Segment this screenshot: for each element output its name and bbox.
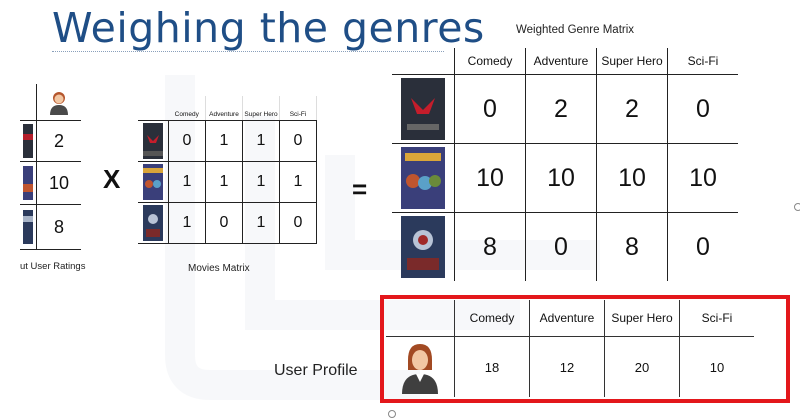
weighted-row: 0 2 2 0 [392,74,738,144]
matrix-cell: 0 [205,202,243,244]
slide-edge-marker [794,203,800,211]
genre-header: Super Hero [242,96,280,121]
matrix-cell: 1 [242,161,280,203]
genre-header: Super Hero [604,300,680,337]
user-ratings-table: 2 10 8 [20,84,81,250]
movie-poster-guardians-icon [143,164,163,200]
weighted-cell: 10 [525,143,597,213]
weighted-matrix-title: Weighted Genre Matrix [516,24,635,36]
weighted-header-row: Comedy Adventure Super Hero Sci-Fi [392,48,738,75]
weighted-cell: 10 [596,143,668,213]
profile-value: 12 [529,336,605,397]
multiply-operator: X [103,164,121,194]
genre-header: Comedy [454,300,530,337]
rating-row: 2 [20,120,81,162]
weighted-cell: 10 [667,143,738,213]
movie-poster-batman-v-superman-icon [23,124,33,158]
movie-row: 1 0 1 0 [138,202,317,244]
rating-value: 8 [36,204,81,250]
movie-row: 1 1 1 1 [138,161,317,203]
profile-value: 20 [604,336,680,397]
weighted-cell: 2 [525,74,597,144]
movies-matrix-caption: Movies Matrix [188,263,250,274]
matrix-cell: 0 [279,120,317,162]
movie-poster-guardians-icon [401,147,445,209]
weighted-row: 10 10 10 10 [392,143,738,213]
genre-header: Super Hero [596,48,668,75]
movie-poster-civil-war-icon [23,210,33,244]
matrix-cell: 1 [168,202,206,244]
movie-poster-civil-war-icon [143,205,163,241]
genre-header: Sci-Fi [279,96,317,121]
movie-row: 0 1 1 0 [138,120,317,162]
profile-values-row: 18 12 20 10 [386,336,754,397]
equals-operator: = [352,174,368,204]
matrix-cell: 1 [168,161,206,203]
movies-header-row: Comedy Adventure Super Hero Sci-Fi [138,96,317,121]
genre-header: Comedy [454,48,526,75]
genre-header: Adventure [205,96,243,121]
profile-value: 18 [454,336,530,397]
weighted-genre-matrix-table: Comedy Adventure Super Hero Sci-Fi 0 2 2… [392,48,738,281]
title-underline [52,51,444,52]
matrix-cell: 1 [205,161,243,203]
movie-poster-guardians-icon [23,166,33,200]
weighted-cell: 10 [454,143,526,213]
genre-header: Comedy [168,96,206,121]
ratings-header-row [20,84,81,121]
rating-row: 10 [20,161,81,205]
genre-header: Sci-Fi [679,300,754,337]
movie-poster-civil-war-icon [401,216,445,278]
rating-value: 10 [36,161,81,205]
user-ratings-caption: ut User Ratings [20,261,86,272]
matrix-cell: 1 [242,120,280,162]
rating-row: 8 [20,204,81,250]
weighted-cell: 0 [667,212,738,281]
movie-poster-batman-v-superman-icon [401,78,445,140]
rating-value: 2 [36,120,81,162]
matrix-cell: 1 [242,202,280,244]
user-profile-label: User Profile [274,362,358,379]
movies-matrix-table: Comedy Adventure Super Hero Sci-Fi 0 1 1… [138,96,317,244]
weighted-cell: 2 [596,74,668,144]
weighted-cell: 8 [596,212,668,281]
weighted-cell: 0 [667,74,738,144]
user-avatar-icon [402,344,438,394]
profile-value: 10 [679,336,754,397]
weighted-cell: 0 [454,74,526,144]
movie-poster-batman-v-superman-icon [143,123,163,159]
genre-header: Adventure [525,48,597,75]
genre-header: Adventure [529,300,605,337]
user-profile-table: Comedy Adventure Super Hero Sci-Fi 18 12… [386,300,754,397]
weighted-cell: 0 [525,212,597,281]
user-avatar-icon [50,92,68,115]
genre-header: Sci-Fi [667,48,738,75]
matrix-cell: 0 [168,120,206,162]
matrix-cell: 1 [205,120,243,162]
profile-header-row: Comedy Adventure Super Hero Sci-Fi [386,300,754,337]
page-title: Weighing the genres [52,4,485,52]
matrix-cell: 1 [279,161,317,203]
weighted-cell: 8 [454,212,526,281]
weighted-row: 8 0 8 0 [392,212,738,281]
matrix-cell: 0 [279,202,317,244]
